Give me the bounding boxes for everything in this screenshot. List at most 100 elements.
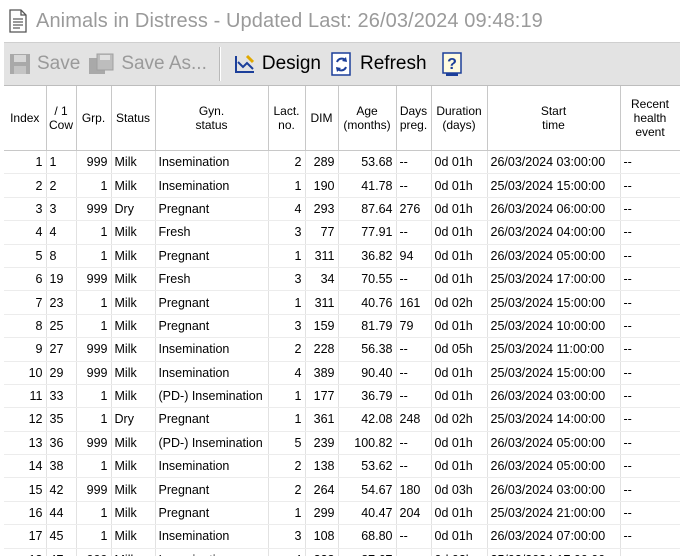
cell-days-preg: -- [396, 524, 432, 549]
cell-group: 1 [76, 244, 112, 268]
cell-cow: 19 [46, 267, 77, 292]
cell-cow: 25 [46, 314, 77, 339]
table-row[interactable]: 7 23 1 Milk Pregnant 1 311 40.76 161 0d 02h 25/03/… [4, 290, 680, 315]
table-row[interactable]: 10 29 999 Milk Insemination 4 389 90.40 -- 0d 01h… [4, 361, 680, 385]
cell-gyn-status: Insemination [155, 361, 269, 385]
cell-recent-health-event: -- [620, 314, 680, 339]
table-row[interactable]: 11 33 1 Milk (PD-) Insemination 1 177 36.79 -- 0d… [4, 384, 680, 409]
help-button[interactable]: ? [437, 44, 472, 84]
document-icon [9, 9, 27, 33]
header-lactation[interactable]: Lact. no. [268, 86, 306, 151]
header-days-preg[interactable]: Days preg. [396, 86, 432, 151]
cell-cow: 29 [46, 361, 77, 385]
header-status[interactable]: Status [111, 86, 156, 151]
cell-duration: 0d 01h [431, 361, 488, 385]
save-icon [10, 54, 30, 74]
header-group[interactable]: Grp. [76, 86, 112, 151]
table-row[interactable]: 2 2 1 Milk Insemination 1 190 41.78 -- 0d 01h 25/0… [4, 173, 680, 198]
cell-lactation: 1 [268, 290, 306, 315]
save-as-button[interactable]: Save As... [84, 44, 211, 84]
cell-gyn-status: Pregnant [155, 501, 269, 526]
cell-index: 15 [4, 477, 47, 502]
save-button[interactable]: Save [4, 44, 84, 84]
cell-age: 90.40 [338, 361, 397, 385]
table-row[interactable]: 1 1 999 Milk Insemination 2 289 53.68 -- 0d 01h 26… [4, 150, 680, 175]
header-gyn-status[interactable]: Gyn. status [155, 86, 269, 151]
table-row[interactable]: 9 27 999 Milk Insemination 2 228 56.38 -- 0d 05h 2… [4, 337, 680, 362]
cell-days-preg: -- [396, 384, 432, 409]
cell-status: Milk [111, 220, 156, 245]
cell-lactation: 5 [268, 431, 306, 456]
refresh-icon [331, 52, 351, 76]
header-duration[interactable]: Duration (days) [431, 86, 488, 151]
cell-duration: 0d 02h [431, 407, 488, 432]
cell-cow: 42 [46, 477, 77, 502]
table-row[interactable]: 16 44 1 Milk Pregnant 1 299 40.47 204 0d 01h 25/03… [4, 501, 680, 526]
cell-dim: 389 [305, 361, 339, 385]
cell-recent-health-event: -- [620, 454, 680, 479]
cell-days-preg: -- [396, 267, 432, 292]
cell-index: 1 [4, 150, 47, 175]
cell-index: 8 [4, 314, 47, 339]
cell-duration: 0d 02h [431, 548, 488, 556]
cell-status: Milk [111, 267, 156, 292]
table-row[interactable]: 8 25 1 Milk Pregnant 3 159 81.79 79 0d 01h 25/03/2… [4, 314, 680, 339]
refresh-button[interactable]: Refresh [325, 44, 431, 84]
header-recent-health-event[interactable]: Recent health event [620, 86, 680, 151]
header-start-time[interactable]: Start time [487, 86, 621, 151]
cell-group: 1 [76, 290, 112, 315]
cell-status: Milk [111, 244, 156, 268]
cell-lactation: 1 [268, 407, 306, 432]
table-row[interactable]: 14 38 1 Milk Insemination 2 138 53.62 -- 0d 01h 26… [4, 454, 680, 479]
cell-dim: 108 [305, 524, 339, 549]
table-row[interactable]: 5 8 1 Milk Pregnant 1 311 36.82 94 0d 01h 26/03/20… [4, 244, 680, 268]
cell-cow: 44 [46, 501, 77, 526]
header-row: Index / 1 Cow Grp. Status Gyn. status Lac… [4, 86, 680, 151]
cell-group: 1 [76, 314, 112, 339]
design-icon [234, 54, 254, 73]
table-row[interactable]: 1847999MilkInsemination423887.67--0d 02h… [4, 548, 680, 556]
header-cow[interactable]: / 1 Cow [46, 86, 77, 151]
cell-duration: 0d 01h [431, 431, 488, 456]
cell-days-preg: 79 [396, 314, 432, 339]
table-row[interactable]: 12 35 1 Dry Pregnant 1 361 42.08 248 0d 02h 25/03/… [4, 407, 680, 432]
header-dim[interactable]: DIM [305, 86, 339, 151]
cell-start-time: 25/03/2024 10:00:00 [487, 314, 621, 339]
cell-age: 87.64 [338, 197, 397, 222]
header-age[interactable]: Age (months) [338, 86, 397, 151]
header-index[interactable]: Index [4, 86, 47, 151]
table-row[interactable]: 17 45 1 Milk Insemination 3 108 68.80 -- 0d 01h 26… [4, 524, 680, 549]
cell-status: Milk [111, 384, 156, 409]
svg-text:?: ? [447, 56, 457, 73]
cell-start-time: 26/03/2024 03:00:00 [487, 477, 621, 502]
cell-age: 54.67 [338, 477, 397, 502]
table-row[interactable]: 4 4 1 Milk Fresh 3 77 77.91 -- 0d 01h 26/03/2024 0… [4, 220, 680, 245]
cell-cow: 45 [46, 524, 77, 549]
cell-dim: 77 [305, 220, 339, 245]
cell-duration: 0d 01h [431, 220, 488, 245]
table-row[interactable]: 13 36 999 Milk (PD-) Insemination 5 239 100.82-… [4, 431, 680, 456]
cell-duration: 0d 01h [431, 150, 488, 175]
cell-lactation: 4 [268, 361, 306, 385]
cell-lactation: 1 [268, 244, 306, 268]
cell-gyn-status: Pregnant [155, 290, 269, 315]
cell-duration: 0d 05h [431, 337, 488, 362]
cell-dim: 177 [305, 384, 339, 409]
cell-duration: 0d 01h [431, 501, 488, 526]
cell-recent-health-event: -- [620, 244, 680, 268]
cell-dim: 228 [305, 337, 339, 362]
cell-start-time: 25/03/2024 15:00:00 [487, 361, 621, 385]
cell-start-time: 26/03/2024 07:00:00 [487, 524, 621, 549]
design-button[interactable]: Design [229, 44, 325, 84]
table-row[interactable]: 3 3 999 Dry Pregnant 4 293 87.64 276 0d 01h 26/03/… [4, 197, 680, 222]
cell-dim: 138 [305, 454, 339, 479]
cell-group: 1 [76, 220, 112, 245]
sort-indicator: / 1 [54, 104, 68, 118]
save-label: Save [37, 53, 81, 74]
table-row[interactable]: 6 19 999 Milk Fresh 3 34 70.55 -- 0d 01h 25/03/202… [4, 267, 680, 292]
cell-gyn-status: Pregnant [155, 314, 269, 339]
cell-cow: 27 [46, 337, 77, 362]
cell-lactation: 1 [268, 384, 306, 409]
cell-index: 16 [4, 501, 47, 526]
table-row[interactable]: 15 42 999 Milk Pregnant 2 264 54.67 180 0d 03h 26/… [4, 477, 680, 502]
